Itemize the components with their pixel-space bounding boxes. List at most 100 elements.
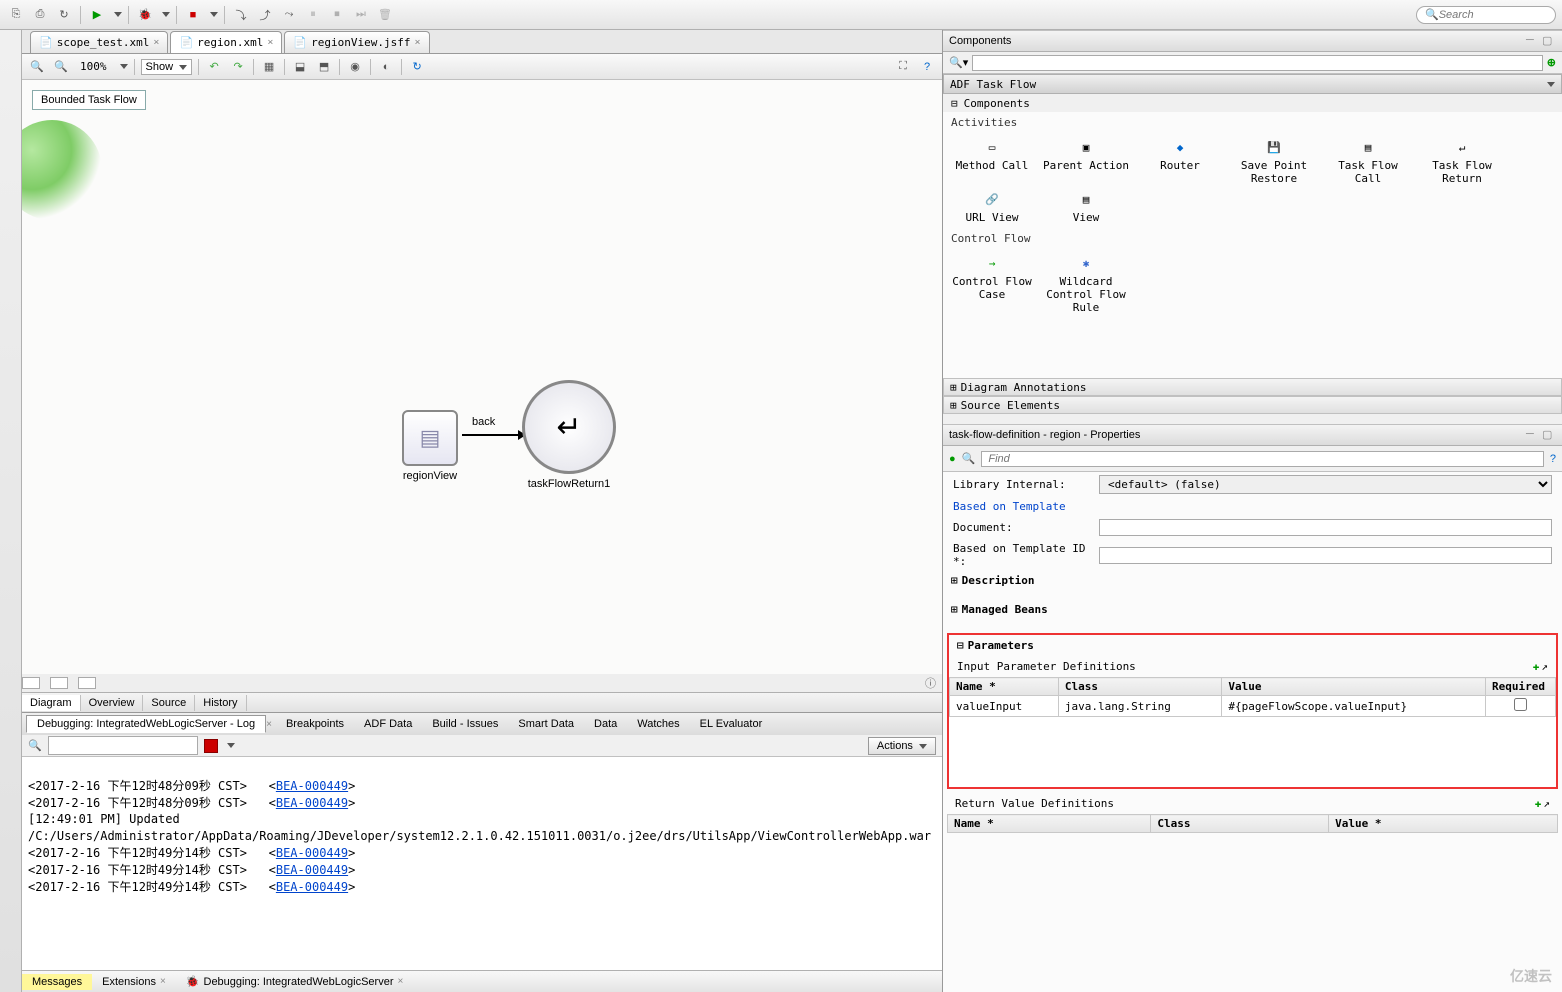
- zoom-out-icon[interactable]: 🔍: [28, 58, 46, 76]
- redo-icon[interactable]: ↷: [229, 58, 247, 76]
- dtab-source[interactable]: Source: [143, 695, 195, 711]
- close-icon[interactable]: ×: [397, 976, 403, 987]
- toolbar-icon-3[interactable]: ↻: [54, 5, 74, 25]
- log-tab-build[interactable]: Build - Issues: [422, 716, 508, 732]
- col-name[interactable]: Name *: [950, 678, 1059, 696]
- search-input[interactable]: [1439, 9, 1547, 21]
- act-tfcall[interactable]: ▤Task Flow Call: [1323, 137, 1413, 185]
- help-icon[interactable]: ?: [918, 58, 936, 76]
- act-tfreturn[interactable]: ↵Task Flow Return: [1417, 137, 1507, 185]
- log-tab-smart[interactable]: Smart Data: [508, 716, 584, 732]
- managed-beans-section[interactable]: ⊞ Managed Beans: [943, 600, 1562, 619]
- step-icon-1[interactable]: ⤵: [231, 5, 251, 25]
- tool-b[interactable]: ⬓: [291, 58, 309, 76]
- document-input[interactable]: [1099, 519, 1552, 536]
- act-router[interactable]: ◆Router: [1135, 137, 1225, 185]
- cf-wildcard[interactable]: ✱Wildcard Control Flow Rule: [1041, 253, 1131, 314]
- minimize-icon[interactable]: ─: [1526, 34, 1540, 48]
- tab-scope-test[interactable]: 📄scope_test.xml×: [30, 31, 168, 53]
- log-tab-breakpoints[interactable]: Breakpoints: [276, 716, 354, 732]
- more-icon[interactable]: ↗: [1541, 660, 1548, 673]
- add-icon[interactable]: ⊕: [1547, 56, 1556, 69]
- edge-label[interactable]: back: [472, 416, 495, 428]
- add-param-icon[interactable]: ✚: [1533, 660, 1540, 673]
- toolbar-icon-2[interactable]: ⎙: [30, 5, 50, 25]
- act-urlview[interactable]: 🔗URL View: [947, 189, 1037, 224]
- close-icon[interactable]: ×: [414, 37, 420, 48]
- diagram-annotations[interactable]: ⊞ Diagram Annotations: [943, 378, 1562, 396]
- log-tab-el[interactable]: EL Evaluator: [690, 716, 773, 732]
- max-icon[interactable]: ⛶: [894, 58, 912, 76]
- run-icon[interactable]: ▶: [87, 5, 107, 25]
- tool-c[interactable]: ⬒: [315, 58, 333, 76]
- close-icon[interactable]: ▢: [1542, 34, 1556, 48]
- tool-e[interactable]: ◐: [377, 58, 395, 76]
- based-template-link[interactable]: Based on Template: [943, 497, 1562, 516]
- ftab-messages[interactable]: Messages: [22, 974, 92, 990]
- tab-regionview[interactable]: 📄regionView.jsff×: [284, 31, 429, 53]
- stop-icon[interactable]: ■: [183, 5, 203, 25]
- dtab-overview[interactable]: Overview: [81, 695, 144, 711]
- help-icon[interactable]: ?: [1550, 453, 1556, 465]
- parameters-section[interactable]: ⊟ Parameters: [949, 635, 1556, 656]
- dtab-history[interactable]: History: [195, 695, 246, 711]
- log-tab-debug[interactable]: Debugging: IntegratedWebLogicServer - Lo…: [26, 715, 266, 733]
- edge[interactable]: [462, 434, 522, 436]
- close-icon[interactable]: ×: [267, 37, 273, 48]
- col-value[interactable]: Value: [1222, 678, 1486, 696]
- close-icon[interactable]: ▢: [1542, 428, 1556, 442]
- rcol-name[interactable]: Name *: [948, 815, 1151, 833]
- toolbar-icon-1[interactable]: ⎘: [6, 5, 26, 25]
- rcol-class[interactable]: Class: [1151, 815, 1329, 833]
- close-icon[interactable]: ×: [153, 37, 159, 48]
- thumb-2[interactable]: [50, 677, 68, 689]
- refresh-icon[interactable]: ↻: [408, 58, 426, 76]
- tool-a[interactable]: ▦: [260, 58, 278, 76]
- adf-taskflow-drawer[interactable]: ADF Task Flow: [943, 74, 1562, 94]
- close-icon[interactable]: ×: [160, 976, 166, 987]
- act-view[interactable]: ▤View: [1041, 189, 1131, 224]
- log-filter-input[interactable]: [48, 736, 198, 755]
- add-return-icon[interactable]: ✚: [1535, 797, 1542, 810]
- components-search-input[interactable]: [972, 55, 1543, 71]
- cf-case[interactable]: →Control Flow Case: [947, 253, 1037, 314]
- library-select[interactable]: <default> (false): [1099, 475, 1552, 494]
- act-savepoint[interactable]: 💾Save Point Restore: [1229, 137, 1319, 185]
- props-find-input[interactable]: [981, 451, 1544, 467]
- act-method-call[interactable]: ▭Method Call: [947, 137, 1037, 185]
- dtab-diagram[interactable]: Diagram: [22, 695, 81, 711]
- actions-button[interactable]: Actions: [868, 737, 936, 755]
- tab-region[interactable]: 📄region.xml×: [170, 31, 282, 53]
- step-icon-3[interactable]: ⤳: [279, 5, 299, 25]
- show-dropdown[interactable]: Show: [141, 59, 193, 75]
- zoom-value[interactable]: 100%: [76, 59, 111, 74]
- trash-icon[interactable]: 🗑: [375, 5, 395, 25]
- bullet-icon[interactable]: ●: [949, 453, 956, 465]
- tool-icon-5[interactable]: ⏹: [327, 5, 347, 25]
- minimize-icon[interactable]: ─: [1526, 428, 1540, 442]
- log-tab-data[interactable]: Data: [584, 716, 627, 732]
- info-icon[interactable]: ⓘ: [925, 675, 936, 691]
- undo-icon[interactable]: ↶: [205, 58, 223, 76]
- log-body[interactable]: <2017-2-16 下午12时48分09秒 CST> <BEA-000449>…: [22, 757, 942, 970]
- act-parent-action[interactable]: ▣Parent Action: [1041, 137, 1131, 185]
- tool-icon-6[interactable]: ⏭: [351, 5, 371, 25]
- col-required[interactable]: Required: [1486, 678, 1556, 696]
- step-icon-2[interactable]: ⤴: [255, 5, 275, 25]
- ftab-extensions[interactable]: Extensions ×: [92, 974, 176, 990]
- global-search[interactable]: 🔍: [1416, 6, 1556, 24]
- table-row[interactable]: valueInput java.lang.String #{pageFlowSc…: [950, 696, 1556, 717]
- node-taskflowreturn[interactable]: ↵ taskFlowReturn1: [522, 380, 616, 490]
- color-swatch[interactable]: [204, 739, 218, 753]
- debug-icon[interactable]: 🐞: [135, 5, 155, 25]
- col-class[interactable]: Class: [1058, 678, 1221, 696]
- log-tab-watches[interactable]: Watches: [627, 716, 689, 732]
- node-regionview[interactable]: ▤ regionView: [402, 410, 458, 482]
- description-section[interactable]: ⊞ Description: [943, 571, 1562, 590]
- log-tab-adfdata[interactable]: ADF Data: [354, 716, 422, 732]
- ftab-debugging[interactable]: 🐞Debugging: IntegratedWebLogicServer ×: [176, 973, 414, 990]
- source-elements[interactable]: ⊞ Source Elements: [943, 396, 1562, 414]
- tool-d[interactable]: ◉: [346, 58, 364, 76]
- required-checkbox[interactable]: [1514, 698, 1527, 711]
- rcol-value[interactable]: Value *: [1329, 815, 1558, 833]
